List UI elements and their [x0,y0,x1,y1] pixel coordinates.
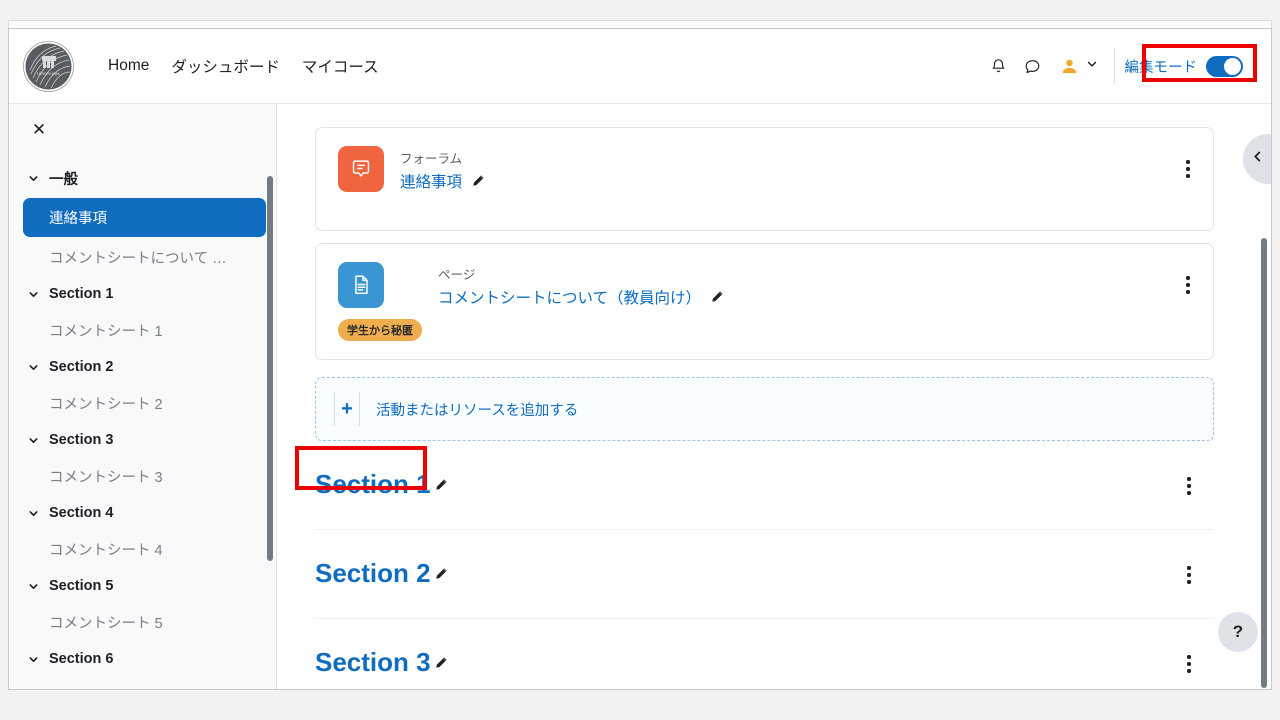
kebab-menu-icon[interactable] [1177,272,1199,298]
user-menu[interactable] [1060,56,1098,76]
section-title[interactable]: Section 3 [315,647,431,678]
messages-chat-bubble-icon[interactable] [1016,49,1050,83]
sidebar-section-section-6[interactable]: Section 6 [9,643,276,675]
chevron-down-icon [27,580,40,593]
chevron-down-icon [27,288,40,301]
pencil-icon[interactable] [471,174,485,188]
section-title[interactable]: Section 1 [315,469,431,500]
sidebar-section-label: Section 3 [49,432,114,448]
kebab-menu-icon[interactable] [1178,473,1200,499]
course-section-3: Section 3 [315,619,1214,689]
primary-navigation: Home ダッシュボード マイコース [108,55,379,77]
sidebar-section-general[interactable]: 一般 [9,160,276,197]
sidebar-item-renraku-jiko[interactable]: 連絡事項 [23,198,266,237]
activity-type-label: フォーラム [400,152,463,166]
chevron-down-icon [27,361,40,374]
sidebar-section-label: Section 2 [49,359,114,375]
sidebar-item-comment-sheet-2[interactable]: コメントシート 2 [23,384,266,423]
course-section-1: Section 1 [315,441,1214,530]
nav-link-my-courses[interactable]: マイコース [302,55,379,77]
pencil-icon[interactable] [434,567,448,581]
sidebar-section-section-2[interactable]: Section 2 [9,351,276,383]
chevron-down-icon [27,653,40,666]
status-badge-hidden-from-students: 学生から秘匿 [338,319,422,341]
sidebar-item-comment-sheet-4[interactable]: コメントシート 4 [23,530,266,569]
sidebar-section-section-1[interactable]: Section 1 [9,278,276,310]
activity-card-page: 学生から秘匿 ページ コメントシートについて（教員向け） [315,243,1214,360]
nav-link-home[interactable]: Home [108,57,149,75]
notifications-bell-icon[interactable] [982,49,1016,83]
course-index-list: 一般 連絡事項 コメントシートについて … Section 1 コメントシート … [9,160,276,675]
course-index-drawer: ✕ 一般 連絡事項 コメントシートについて … Section 1 コメントシー… [9,104,277,689]
sidebar-item-comment-sheet-1[interactable]: コメントシート 1 [23,311,266,350]
edit-mode-switch[interactable] [1206,55,1243,77]
course-content: フォーラム 連絡事項 学生から秘匿 ページ コメントシートについて（教員向け） … [277,104,1271,689]
page-icon [338,262,384,308]
sidebar-section-section-3[interactable]: Section 3 [9,424,276,456]
help-button[interactable]: ? [1218,612,1258,652]
activity-type-label: ページ [438,268,476,282]
sidebar-scrollbar[interactable] [267,176,273,561]
pencil-icon[interactable] [434,656,448,670]
sidebar-section-label: Section 1 [49,286,114,302]
edit-mode-label: 編集モード [1124,59,1198,76]
kebab-menu-icon[interactable] [1177,156,1199,182]
sidebar-item-comment-sheet-5[interactable]: コメントシート 5 [23,603,266,642]
plus-icon: + [334,392,360,426]
forum-icon [338,146,384,192]
sidebar-item-comment-sheet-3[interactable]: コメントシート 3 [23,457,266,496]
sidebar-section-label: Section 4 [49,505,114,521]
nav-link-dashboard[interactable]: ダッシュボード [171,55,280,77]
user-avatar-icon [1060,56,1080,76]
sidebar-section-label: 一般 [49,172,78,188]
activity-title-link[interactable]: 連絡事項 [400,170,462,192]
pencil-icon[interactable] [434,478,448,492]
chevron-down-icon [1086,57,1098,75]
sidebar-section-section-4[interactable]: Section 4 [9,497,276,529]
browser-window: HIROSHIMA Home ダッシュボード マイコース 編集モード ✕ 一般 … [8,28,1272,690]
content-scrollbar[interactable] [1261,238,1267,688]
header-divider [1113,49,1115,83]
screenshot-root: HIROSHIMA Home ダッシュボード マイコース 編集モード ✕ 一般 … [0,0,1280,720]
sidebar-section-label: Section 6 [49,651,114,667]
chevron-left-icon [1251,150,1264,168]
chevron-down-icon [27,507,40,520]
add-activity-label: 活動またはリソースを追加する [376,402,579,419]
activity-card-forum: フォーラム 連絡事項 [315,127,1214,231]
course-section-2: Section 2 [315,530,1214,619]
kebab-menu-icon[interactable] [1178,651,1200,677]
activity-title-link[interactable]: コメントシートについて（教員向け） [438,286,701,308]
sidebar-section-label: Section 5 [49,578,114,594]
sidebar-item-comment-sheet-about[interactable]: コメントシートについて … [23,238,266,277]
close-drawer-icon[interactable]: ✕ [27,118,51,142]
window-top-strip [8,20,1272,28]
chevron-down-icon [27,434,40,447]
add-activity-or-resource-button[interactable]: + 活動またはリソースを追加する [315,377,1214,441]
sidebar-section-section-5[interactable]: Section 5 [9,570,276,602]
edit-mode-toggle[interactable]: 編集モード [1119,52,1250,81]
header-right-controls: 編集モード [982,29,1272,103]
university-seal-logo[interactable]: HIROSHIMA [22,40,75,93]
site-header: HIROSHIMA Home ダッシュボード マイコース 編集モード [9,29,1271,104]
pencil-icon[interactable] [710,290,724,304]
chevron-down-icon [27,172,40,185]
section-title[interactable]: Section 2 [315,558,431,589]
svg-text:HIROSHIMA: HIROSHIMA [37,71,60,76]
kebab-menu-icon[interactable] [1178,562,1200,588]
